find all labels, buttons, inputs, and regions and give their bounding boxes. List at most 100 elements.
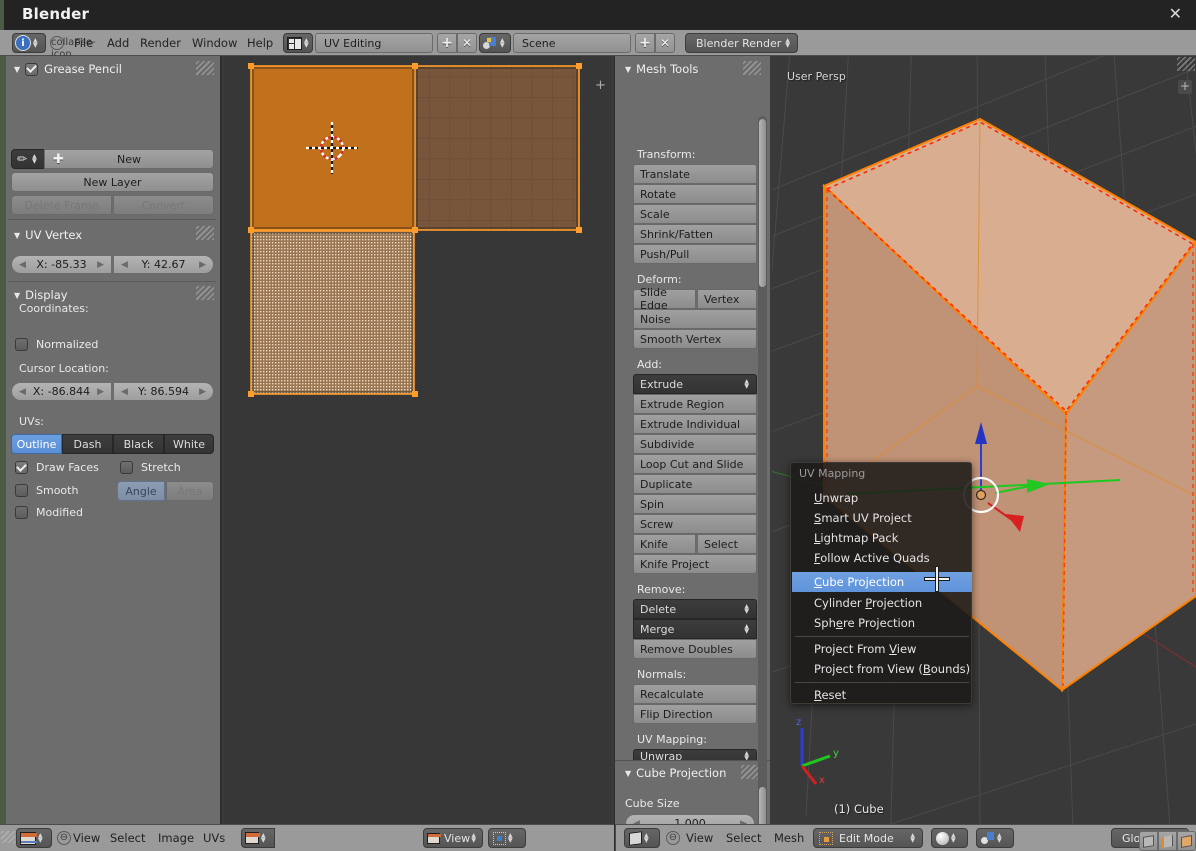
stretch-mode-area[interactable]: Area (166, 481, 214, 501)
add-scene-button[interactable]: + (635, 33, 655, 53)
tool-screw[interactable]: Screw (633, 514, 757, 534)
tool-translate[interactable]: Translate (633, 164, 757, 184)
uv-display-mode-outline[interactable]: Outline (11, 434, 62, 454)
chevron-right-icon[interactable]: ▶ (199, 260, 206, 270)
menu-item-unwrap[interactable]: Unwrap (792, 488, 972, 508)
panel-header-mesh-tools[interactable]: ▼ Mesh Tools (625, 60, 698, 78)
menu-item-follow-active-quads[interactable]: Follow Active Quads (792, 548, 972, 568)
uv-menu-select[interactable]: Select (110, 825, 145, 851)
uv-vertex-y-field[interactable]: ◀ Y: 42.67 ▶ (113, 255, 214, 274)
menu-item-sphere-projection[interactable]: Sphere Projection (792, 613, 972, 633)
tool-shrink-fatten[interactable]: Shrink/Fatten (633, 224, 757, 244)
menu-help[interactable]: Help (247, 30, 273, 56)
region-divider-3[interactable] (770, 56, 772, 824)
tool-subdivide[interactable]: Subdivide (633, 434, 757, 454)
delete-frame-button[interactable]: Delete Frame (11, 195, 112, 215)
uv-menu-image[interactable]: Image (158, 825, 194, 851)
menu-item-reset[interactable]: Reset (792, 685, 972, 705)
stretch-row[interactable]: Stretch (120, 461, 181, 474)
uv-menu-uvs[interactable]: UVs (203, 825, 225, 851)
tool-knife[interactable]: Knife (633, 534, 696, 554)
normalized-row[interactable]: Normalized (15, 338, 98, 351)
chevron-left-icon[interactable]: ◀ (19, 260, 26, 270)
uv-mapping-context-menu[interactable]: UV Mapping Unwrap Smart UV Project Light… (790, 462, 972, 704)
stretch-checkbox[interactable] (120, 461, 133, 474)
chevron-left-icon[interactable]: ◀ (121, 260, 128, 270)
toolshelf-scrollbar-thumb[interactable] (758, 118, 767, 288)
menu-item-lightmap-pack[interactable]: Lightmap Pack (792, 528, 972, 548)
modified-row[interactable]: Modified (15, 506, 83, 519)
uv-menu-view[interactable]: View (73, 825, 100, 851)
image-datablock-selector[interactable]: ▲ ▼ (241, 828, 275, 848)
panel-header-cube-projection[interactable]: ▼ Cube Projection (625, 764, 726, 782)
draw-faces-row[interactable]: Draw Faces (15, 461, 99, 474)
tool-extrude-region[interactable]: Extrude Region (633, 394, 757, 414)
uv-display-mode-dash[interactable]: Dash (62, 434, 113, 454)
tool-slide-edge[interactable]: Slide Edge (633, 286, 696, 312)
editor-type-selector-info[interactable]: i ▲ ▼ (12, 33, 46, 53)
modified-checkbox[interactable] (15, 506, 28, 519)
header-grip[interactable] (1, 831, 15, 843)
cube-size-field[interactable]: ◀ 1.000 ▶ (625, 814, 755, 824)
uv-view-mode-selector[interactable]: View ▲ ▼ (423, 828, 483, 848)
collapse-menu-icon[interactable]: collapse-icon (50, 36, 96, 60)
render-engine-selector[interactable]: Blender Render ▲ ▼ (685, 33, 798, 53)
vertex-select-icon[interactable] (1139, 831, 1158, 851)
cursor-y-field[interactable]: ◀ Y: 86.594 ▶ (113, 382, 214, 401)
face-select-icon[interactable] (1177, 831, 1196, 851)
delete-screen-layout-button[interactable]: ✕ (457, 33, 477, 53)
tool-delete-dropdown[interactable]: Delete ▲ ▼ (633, 599, 757, 619)
3d-menu-select[interactable]: Select (726, 825, 761, 851)
menu-item-cylinder-projection[interactable]: Cylinder Projection (792, 593, 972, 613)
tool-extrude-individual[interactable]: Extrude Individual (633, 414, 757, 434)
tool-slide-vertex[interactable]: Vertex (697, 289, 757, 309)
3d-menu-view[interactable]: View (686, 825, 713, 851)
close-icon[interactable]: ✕ (1169, 5, 1182, 23)
tool-push-pull[interactable]: Push/Pull (633, 244, 757, 264)
chevron-right-icon[interactable]: ▶ (97, 260, 104, 270)
edge-select-icon[interactable] (1158, 831, 1177, 851)
3d-menu-mesh[interactable]: Mesh (774, 825, 804, 851)
viewport-corner-grip[interactable] (1177, 57, 1195, 71)
tool-loop-cut-and-slide[interactable]: Loop Cut and Slide (633, 454, 757, 474)
panel-header-grease-pencil[interactable]: ▼ Grease Pencil (14, 60, 122, 78)
collapse-header-icon[interactable]: ⊖ (666, 831, 680, 845)
chevron-left-icon[interactable]: ◀ (121, 387, 128, 397)
delete-scene-button[interactable]: ✕ (655, 33, 675, 53)
normalized-checkbox[interactable] (15, 338, 28, 351)
tool-knife-select[interactable]: Select (697, 534, 757, 554)
draw-faces-checkbox[interactable] (15, 461, 28, 474)
cursor-x-field[interactable]: ◀ X: -86.844 ▶ (11, 382, 112, 401)
new-layer-button[interactable]: New Layer (11, 172, 214, 192)
tool-flip-direction[interactable]: Flip Direction (633, 704, 757, 724)
region-divider-1[interactable] (222, 56, 224, 824)
chevron-left-icon[interactable]: ◀ (19, 387, 26, 397)
uv-image-editor-canvas[interactable]: + (224, 56, 612, 824)
interaction-mode-selector[interactable]: Edit Mode ▲ ▼ (813, 828, 923, 848)
grease-pencil-enable-checkbox[interactable] (25, 62, 39, 76)
stretch-mode-angle[interactable]: Angle (117, 481, 165, 501)
convert-button[interactable]: Convert (113, 195, 214, 215)
uv-pivot-selector[interactable]: ▲ ▼ (488, 828, 526, 848)
tool-scale[interactable]: Scale (633, 204, 757, 224)
chevron-right-icon[interactable]: ▶ (97, 387, 104, 397)
tool-spin[interactable]: Spin (633, 494, 757, 514)
tool-duplicate[interactable]: Duplicate (633, 474, 757, 494)
add-screen-layout-button[interactable]: + (437, 33, 457, 53)
scene-name-field[interactable]: Scene (513, 33, 631, 53)
panel-header-uv-vertex[interactable]: ▼ UV Vertex (14, 226, 82, 244)
uv-display-mode-white[interactable]: White (164, 434, 214, 454)
screen-layout-selector[interactable]: ▲ ▼ (283, 33, 313, 53)
tool-smooth-vertex[interactable]: Smooth Vertex (633, 329, 757, 349)
menu-item-project-from-view-bounds[interactable]: Project from View (Bounds) (792, 659, 972, 679)
screen-layout-name[interactable]: UV Editing (315, 33, 433, 53)
region-divider-2[interactable] (612, 56, 614, 824)
menu-window[interactable]: Window (192, 30, 237, 56)
collapse-header-icon[interactable]: ⊖ (57, 831, 71, 845)
uv-vertex-x-field[interactable]: ◀ X: -85.33 ▶ (11, 255, 112, 274)
menu-item-cube-projection[interactable]: Cube Projection (792, 572, 972, 592)
scene-datablock-selector[interactable]: ▲ ▼ (479, 33, 511, 53)
chevron-right-icon[interactable]: ▶ (199, 387, 206, 397)
editor-type-uv-image[interactable]: ▲ ▼ (16, 828, 52, 848)
menu-item-project-from-view[interactable]: Project From View (792, 639, 972, 659)
